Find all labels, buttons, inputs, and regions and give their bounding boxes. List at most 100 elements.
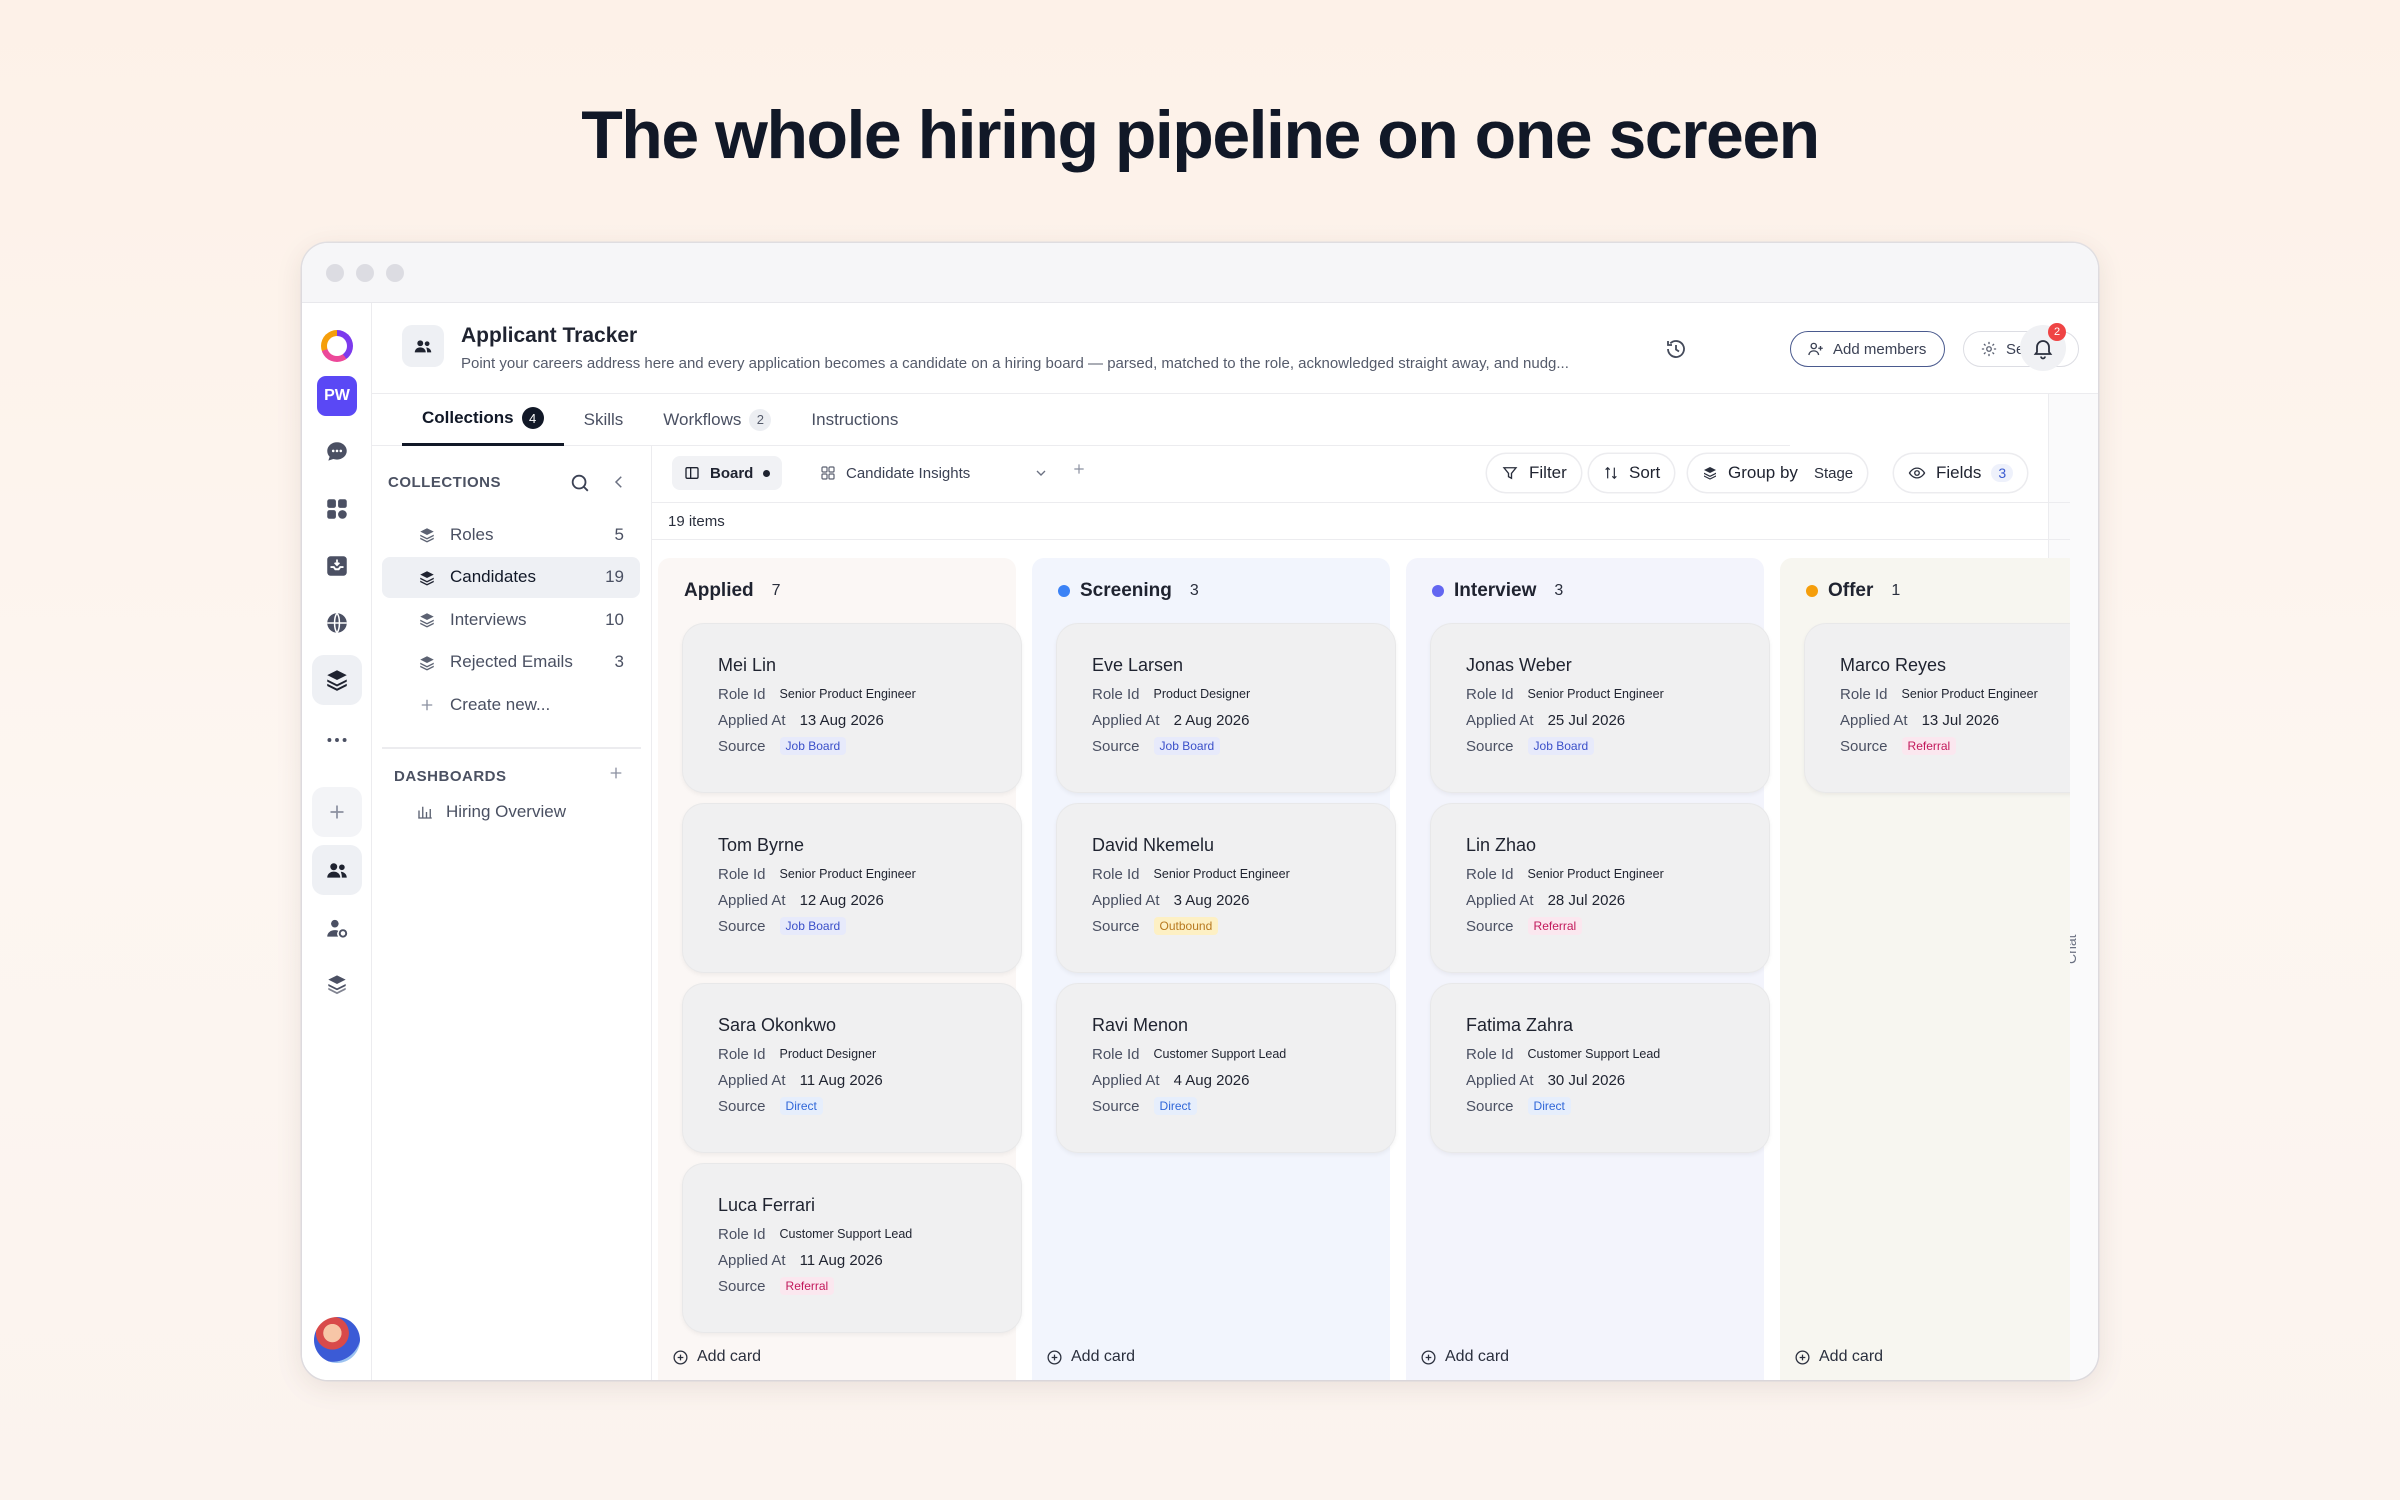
- candidate-card[interactable]: Eve Larsen Role Id Product Designer Applied…: [1056, 623, 1396, 793]
- plus-icon: [421, 699, 433, 711]
- applied-date: 30 Jul 2026: [1547, 1071, 1626, 1089]
- window-minimize-dot[interactable]: [356, 263, 374, 282]
- source-label: Source: [1092, 1097, 1140, 1115]
- column-header[interactable]: Offer 1: [1806, 580, 1900, 602]
- applied-date: 13 Aug 2026: [799, 711, 884, 729]
- candidate-name: Jonas Weber: [1466, 655, 1572, 675]
- add-card-button[interactable]: Add card: [1794, 1348, 1883, 1366]
- candidate-name: Marco Reyes: [1840, 655, 1947, 675]
- role-value: Senior Product Engineer: [779, 687, 916, 701]
- more-dots-icon[interactable]: [312, 715, 362, 765]
- items-count-bar: 19 items: [652, 502, 2070, 540]
- column-header[interactable]: Applied 7: [684, 580, 781, 602]
- tab-label: Workflows: [663, 409, 742, 429]
- team-icon[interactable]: [312, 845, 362, 895]
- candidate-card[interactable]: Mei Lin Role Id Senior Product Engineer App…: [682, 623, 1022, 793]
- role-label: Role Id: [718, 685, 766, 703]
- stage-status-dot: [1806, 585, 1818, 597]
- candidate-card[interactable]: Ravi Menon Role Id Customer Support Lead Ap…: [1056, 983, 1396, 1153]
- chat-bubble-icon[interactable]: [312, 427, 362, 477]
- layers-icon[interactable]: [312, 959, 362, 1009]
- create-new-collection-button[interactable]: Create new...: [382, 684, 640, 725]
- source-field: Source Direct: [718, 1093, 1022, 1119]
- sidebar-item-candidates[interactable]: Candidates 19: [382, 556, 640, 598]
- collections-stack-icon[interactable]: [312, 655, 362, 705]
- candidate-name: David Nkemelu: [1092, 835, 1215, 855]
- column-count: 7: [771, 582, 781, 599]
- sidebar-item-hiring-overview[interactable]: Hiring Overview: [416, 792, 566, 832]
- history-icon[interactable]: [1664, 337, 1688, 366]
- role-field: Role Id Senior Product Engineer: [1466, 681, 1770, 707]
- board-column-applied: Applied 7 Mei Lin Role Id Senior Product Eng…: [658, 558, 1022, 1380]
- applied-label: Applied At: [1092, 891, 1160, 909]
- tab-instructions[interactable]: Instructions: [791, 394, 918, 446]
- candidate-card[interactable]: Jonas Weber Role Id Senior Product Enginee…: [1430, 623, 1770, 793]
- add-card-button[interactable]: Add card: [1046, 1348, 1135, 1366]
- column-count: 1: [1891, 582, 1901, 599]
- candidate-card[interactable]: Sara Okonkwo Role Id Product Designer Appli…: [682, 983, 1022, 1153]
- column-title: Offer: [1828, 580, 1874, 601]
- source-field: Source Referral: [1840, 733, 2070, 759]
- group-by-button[interactable]: Group by Stage: [1688, 454, 1868, 492]
- add-card-label: Add card: [697, 1348, 762, 1365]
- source-tag: Job Board: [1527, 737, 1595, 755]
- filter-label: Filter: [1529, 463, 1567, 482]
- chevron-down-icon[interactable]: [1033, 465, 1049, 486]
- fields-button[interactable]: Fields 3: [1894, 454, 2028, 492]
- sidebar-item-roles[interactable]: Roles 5: [382, 514, 640, 555]
- globe-icon[interactable]: [312, 598, 362, 648]
- source-tag: Direct: [1527, 1097, 1571, 1115]
- applied-label: Applied At: [1466, 711, 1534, 729]
- candidate-card[interactable]: Fatima Zahra Role Id Customer Support Lead…: [1430, 983, 1770, 1153]
- candidate-card[interactable]: Lin Zhao Role Id Senior Product Engineer Ap…: [1430, 803, 1770, 973]
- sidebar-item-interviews[interactable]: Interviews 10: [382, 599, 640, 640]
- filter-button[interactable]: Filter: [1487, 454, 1581, 492]
- person-settings-icon[interactable]: [312, 903, 362, 953]
- add-members-button[interactable]: Add members: [1790, 331, 1946, 367]
- app-logo-icon[interactable]: [312, 321, 362, 371]
- candidate-card[interactable]: Marco Reyes Role Id Senior Product Enginee…: [1804, 623, 2070, 793]
- tab-workflows[interactable]: Workflows 2: [643, 394, 791, 446]
- notifications-button[interactable]: 2: [2020, 323, 2066, 371]
- add-card-label: Add card: [1819, 1348, 1884, 1365]
- role-value: Customer Support Lead: [779, 1227, 913, 1241]
- candidate-card[interactable]: Tom Byrne Role Id Senior Product Engineer A…: [682, 803, 1022, 973]
- add-card-button[interactable]: Add card: [1420, 1348, 1509, 1366]
- page-title: Applicant Tracker: [461, 324, 638, 347]
- role-field: Role Id Customer Support Lead: [1466, 1041, 1770, 1067]
- applied-label: Applied At: [1466, 1071, 1534, 1089]
- sort-icon: [1605, 466, 1617, 480]
- apps-grid-icon[interactable]: [312, 484, 362, 534]
- search-icon[interactable]: [569, 472, 591, 499]
- window-close-dot[interactable]: [326, 263, 344, 282]
- user-avatar[interactable]: [312, 1315, 362, 1365]
- sort-button[interactable]: Sort: [1589, 454, 1675, 492]
- column-header[interactable]: Interview 3: [1432, 580, 1563, 602]
- collapse-chevron-icon[interactable]: [610, 473, 628, 496]
- tab-count-badge: 4: [521, 407, 544, 429]
- add-card-button[interactable]: Add card: [672, 1348, 761, 1366]
- board-column-screening: Screening 3 Eve Larsen Role Id Product Desig…: [1032, 558, 1396, 1380]
- column-header[interactable]: Screening 3: [1058, 580, 1199, 602]
- add-dashboard-button[interactable]: [608, 764, 624, 787]
- candidate-insights-view-tab[interactable]: Candidate Insights: [808, 456, 982, 490]
- inbox-icon[interactable]: [312, 541, 362, 591]
- add-card-label: Add card: [1445, 1348, 1510, 1365]
- workspace-badge[interactable]: PW: [312, 371, 362, 421]
- tab-skills[interactable]: Skills: [564, 394, 644, 446]
- window-maximize-dot[interactable]: [386, 263, 404, 282]
- tab-collections[interactable]: Collections 4: [402, 394, 564, 446]
- sidebar-item-count: 10: [605, 609, 624, 629]
- plus-circle-icon: [673, 1349, 688, 1365]
- add-view-button[interactable]: [1071, 460, 1087, 483]
- candidate-card[interactable]: Luca Ferrari Role Id Customer Support Lead…: [682, 1163, 1022, 1333]
- sidebar-divider: [382, 747, 641, 749]
- sidebar-item-rejected-emails[interactable]: Rejected Emails 3: [382, 642, 640, 683]
- candidate-card[interactable]: David Nkemelu Role Id Senior Product Engin…: [1056, 803, 1396, 973]
- sidebar-item-label: Roles: [450, 524, 494, 544]
- board-view-tab[interactable]: Board: [672, 456, 783, 490]
- role-label: Role Id: [718, 1225, 766, 1243]
- applied-label: Applied At: [718, 1251, 786, 1269]
- candidate-name: Sara Okonkwo: [718, 1015, 837, 1035]
- add-workspace-button[interactable]: [312, 787, 362, 837]
